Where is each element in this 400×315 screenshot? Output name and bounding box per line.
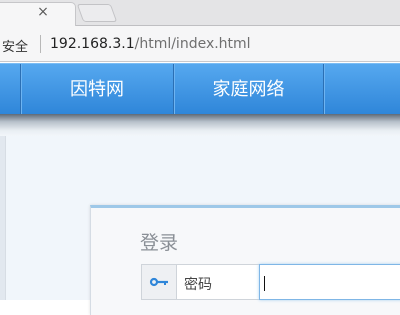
url-text[interactable]: 192.168.3.1/html/index.html bbox=[50, 36, 251, 52]
security-indicator[interactable]: 安全 bbox=[2, 36, 28, 55]
nav-item-internet[interactable]: 因特网 bbox=[21, 64, 173, 115]
browser-tab[interactable]: × bbox=[0, 2, 76, 26]
nav-divider bbox=[323, 64, 324, 115]
password-row: 密码 bbox=[141, 264, 400, 300]
new-tab-button[interactable] bbox=[76, 4, 118, 22]
password-icon-box bbox=[141, 264, 177, 300]
tab-strip: × bbox=[0, 0, 400, 26]
nav-item-home-network[interactable]: 家庭网络 bbox=[174, 64, 323, 115]
login-title: 登录 bbox=[140, 232, 179, 254]
nav-shadow bbox=[0, 114, 400, 136]
text-caret bbox=[264, 276, 265, 291]
main-nav: 因特网 家庭网络 bbox=[0, 63, 400, 115]
address-bar[interactable]: 安全 192.168.3.1/html/index.html bbox=[0, 26, 400, 62]
page-left-edge bbox=[0, 136, 6, 300]
address-separator bbox=[40, 35, 41, 53]
password-label: 密码 bbox=[184, 277, 212, 293]
key-icon bbox=[149, 277, 168, 287]
close-tab-icon[interactable]: × bbox=[36, 5, 50, 19]
password-input[interactable] bbox=[259, 264, 400, 300]
url-path: /html/index.html bbox=[134, 36, 251, 52]
password-label-box: 密码 bbox=[176, 264, 260, 300]
url-host: 192.168.3.1 bbox=[50, 36, 135, 52]
